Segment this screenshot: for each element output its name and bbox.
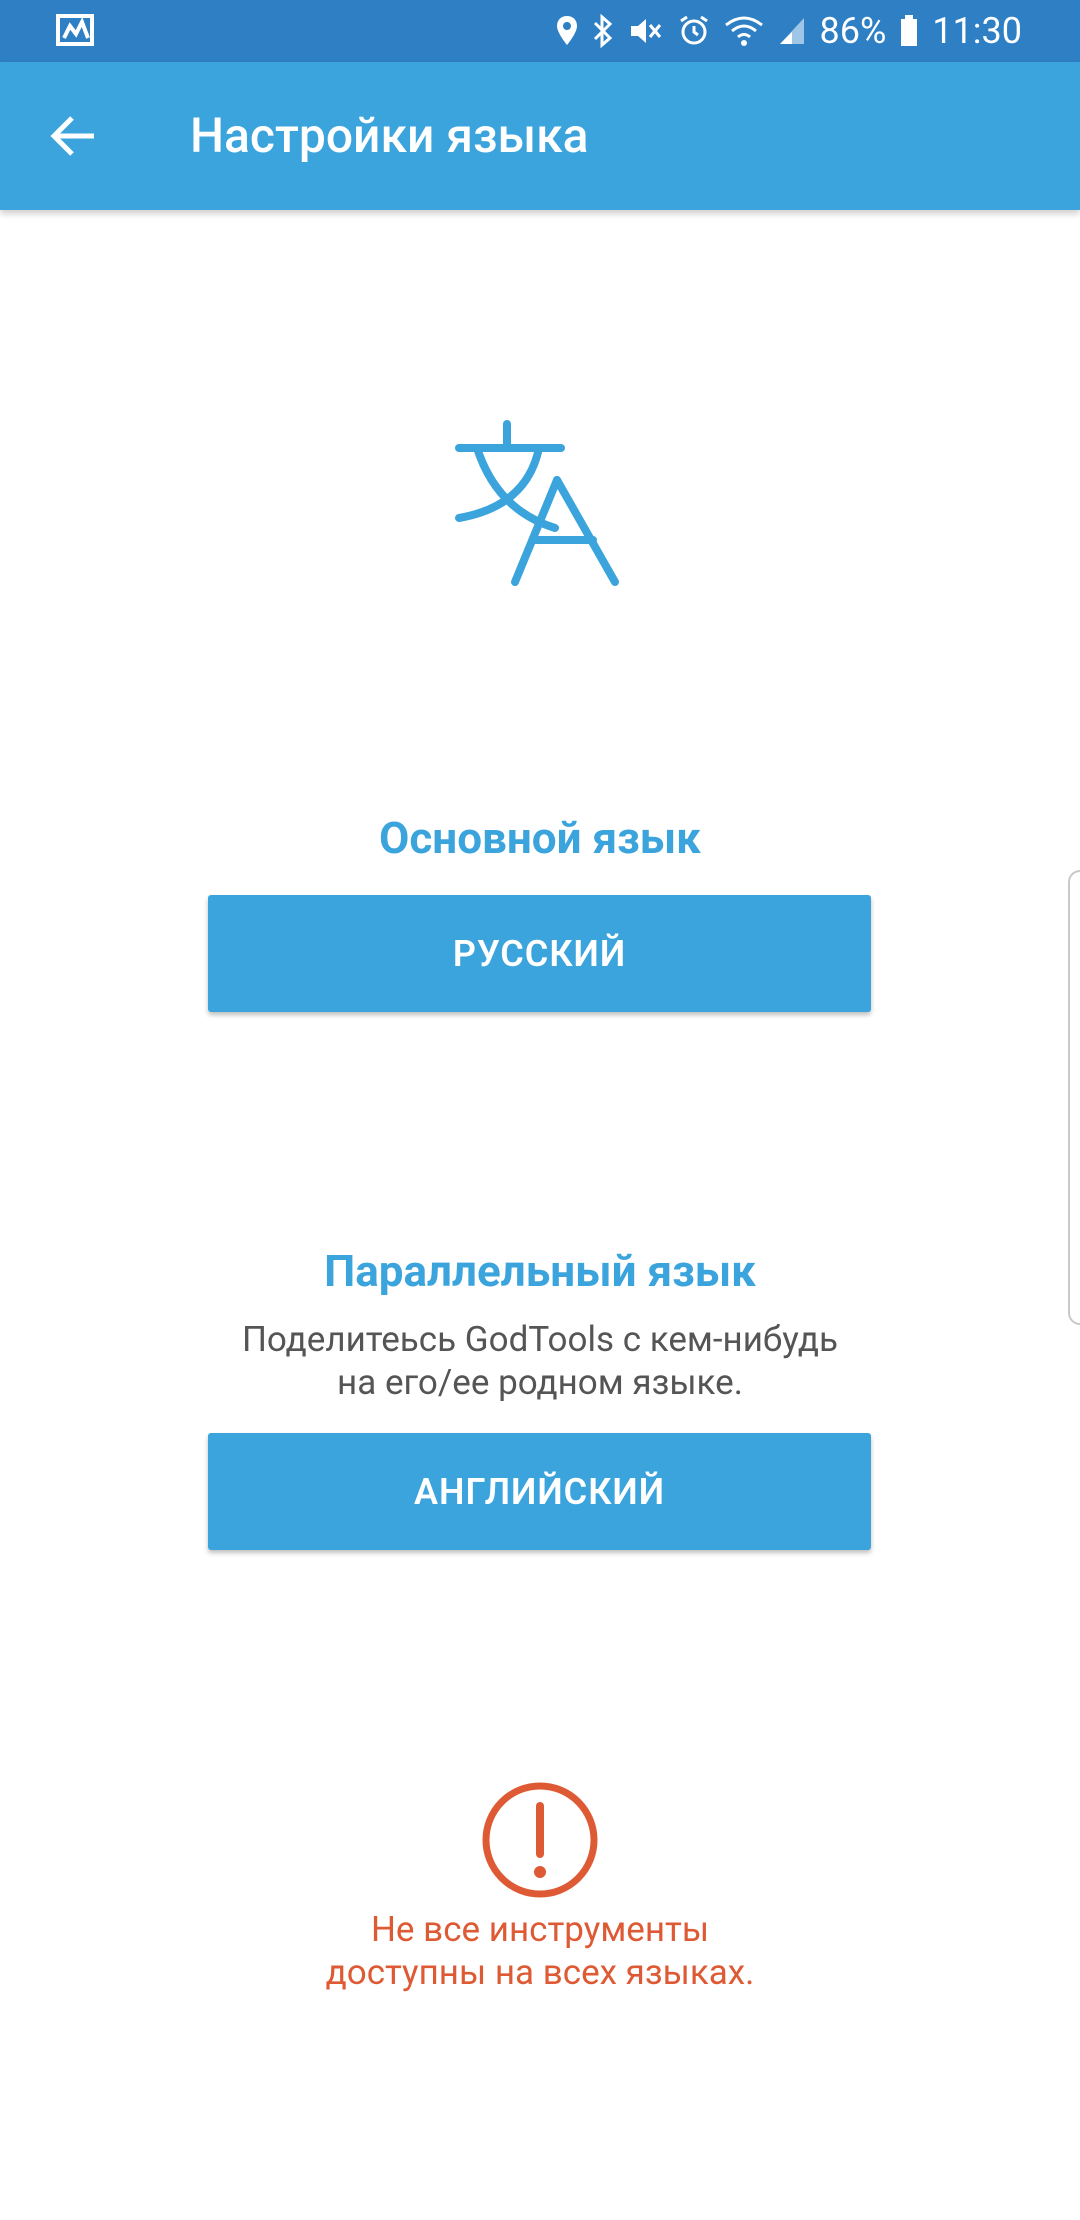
status-icons: 86% 11:30 xyxy=(556,0,1022,62)
primary-language-label: РУССКИЙ xyxy=(452,932,627,975)
parallel-language-description-line2: на его/ее родном языке. xyxy=(337,1362,743,1403)
parallel-language-title: Параллельный язык xyxy=(324,1245,756,1297)
wifi-icon xyxy=(724,16,763,46)
primary-language-button[interactable]: РУССКИЙ xyxy=(208,895,871,1012)
translate-icon xyxy=(455,420,625,595)
warning-line1: Не все инструменты xyxy=(370,1909,710,1950)
gallery-icon xyxy=(56,12,96,50)
page-title: Настройки языка xyxy=(190,107,589,164)
alarm-icon xyxy=(679,15,708,45)
back-button[interactable] xyxy=(44,106,104,166)
warning-message: Не все инструменты доступны на всех язык… xyxy=(0,1908,1080,1994)
location-icon xyxy=(556,16,577,45)
app-bar: Настройки языка xyxy=(0,62,1080,210)
status-time: 11:30 xyxy=(932,10,1022,52)
parallel-language-button[interactable]: АНГЛИЙСКИЙ xyxy=(208,1433,871,1550)
battery-icon xyxy=(901,15,918,46)
arrow-left-icon xyxy=(50,116,94,156)
primary-language-title: Основной язык xyxy=(379,812,701,864)
signal-icon xyxy=(779,18,804,44)
parallel-language-label: АНГЛИЙСКИЙ xyxy=(413,1470,665,1513)
status-bar: 86% 11:30 xyxy=(0,0,1080,62)
bluetooth-icon xyxy=(593,14,612,48)
edge-panel-handle[interactable] xyxy=(1068,870,1080,1325)
warning-icon xyxy=(480,1780,600,1900)
warning-line2: доступны на всех языках. xyxy=(325,1952,755,1993)
parallel-language-description-line1: Поделитеьсь GodTools с кем-нибудь xyxy=(241,1319,839,1360)
mute-icon xyxy=(630,19,661,43)
battery-percent: 86% xyxy=(819,10,887,52)
